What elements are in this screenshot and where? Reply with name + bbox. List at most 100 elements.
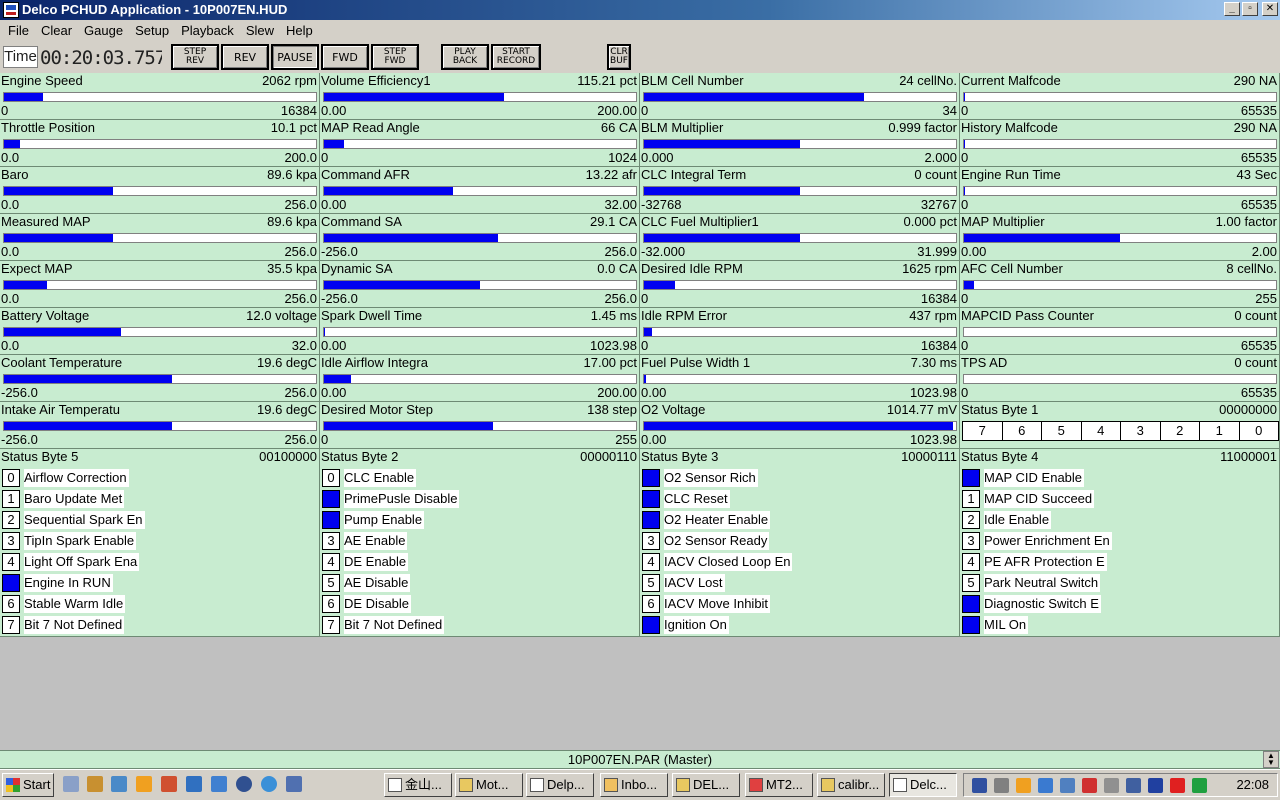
gauge-panel[interactable]: CLC Integral Term 0 count -32768 32767 [640,167,960,214]
gauge-panel[interactable]: Command SA 29.1 CA -256.0 256.0 [320,214,640,261]
gauge-panel[interactable]: Spark Dwell Time 1.45 ms 0.00 1023.98 [320,308,640,355]
status-bit-row[interactable]: 1 PrimePusle Disable [322,488,460,509]
quicklaunch-clock-icon[interactable] [136,776,152,792]
status-bit-row[interactable]: 6 Diagnostic Switch E [962,593,1101,614]
gauge-panel[interactable]: MAP Multiplier 1.00 factor 0.00 2.00 [960,214,1280,261]
fwd-button[interactable]: FWD [321,44,369,70]
gauge-panel[interactable]: O2 Voltage 1014.77 mV 0.00 1023.98 [640,402,960,449]
gauge-panel[interactable]: Desired Motor Step 138 step 0 255 [320,402,640,449]
gauge-panel[interactable]: Engine Run Time 43 Sec 0 65535 [960,167,1280,214]
gauge-panel[interactable]: Volume Efficiency1 115.21 pct 0.00 200.00 [320,73,640,120]
tray-clock-icon[interactable] [1016,778,1031,793]
menu-slew[interactable]: Slew [240,20,280,41]
status-bit-row[interactable]: 1 Baro Update Met [2,488,125,509]
quicklaunch-app-icon[interactable] [111,776,127,792]
start-record-button[interactable]: START RECORD [491,44,541,70]
status-bit-row[interactable]: 2 Pump Enable [322,509,425,530]
play-back-button[interactable]: PLAY BACK [441,44,489,70]
gauge-panel[interactable]: Throttle Position 10.1 pct 0.0 200.0 [0,120,320,167]
task-button[interactable]: Mot... [455,773,523,797]
tray-ime-icon[interactable] [972,778,987,793]
minimize-button[interactable]: _ [1224,2,1240,16]
gauge-panel[interactable]: Desired Idle RPM 1625 rpm 0 16384 [640,261,960,308]
tray-m-icon[interactable] [1170,778,1185,793]
tray-monitor-icon[interactable] [1126,778,1141,793]
tray-device-icon[interactable] [1104,778,1119,793]
gauge-panel[interactable]: Dynamic SA 0.0 CA -256.0 256.0 [320,261,640,308]
status-bit-row[interactable]: 4 DE Enable [322,551,409,572]
task-button[interactable]: MT2... [745,773,813,797]
status-bit-row[interactable]: 7 Ignition On [642,614,729,635]
gauge-panel[interactable]: BLM Multiplier 0.999 factor 0.000 2.000 [640,120,960,167]
gauge-panel[interactable]: Current Malfcode 290 NA 0 65535 [960,73,1280,120]
gauge-panel[interactable]: Engine Speed 2062 rpm 0 16384 [0,73,320,120]
tray-signal-icon[interactable] [1192,778,1207,793]
status-bit-row[interactable]: 2 O2 Heater Enable [642,509,771,530]
task-button[interactable]: DEL... [672,773,740,797]
quicklaunch-media-icon[interactable] [236,776,252,792]
task-button-active[interactable]: Delc... [889,773,957,797]
menu-file[interactable]: File [2,20,35,41]
quicklaunch-ie-icon[interactable] [261,776,277,792]
status-bit-row[interactable]: 6 DE Disable [322,593,412,614]
gauge-panel[interactable]: Baro 89.6 kpa 0.0 256.0 [0,167,320,214]
close-button[interactable]: ✕ [1262,2,1278,16]
gauge-panel[interactable]: TPS AD 0 count 0 65535 [960,355,1280,402]
gauge-panel[interactable]: History Malfcode 290 NA 0 65535 [960,120,1280,167]
gauge-panel[interactable]: Expect MAP 35.5 kpa 0.0 256.0 [0,261,320,308]
status-bit-row[interactable]: 3 AE Enable [322,530,408,551]
status-bit-row[interactable]: 4 IACV Closed Loop En [642,551,793,572]
start-button[interactable]: Start [2,773,54,797]
step-rev-button[interactable]: STEP REV [171,44,219,70]
tray-network-icon[interactable] [1038,778,1053,793]
quicklaunch-misc-icon[interactable] [286,776,302,792]
gauge-panel[interactable]: Fuel Pulse Width 1 7.30 ms 0.00 1023.98 [640,355,960,402]
task-button[interactable]: calibr... [817,773,885,797]
gauge-panel[interactable]: Measured MAP 89.6 kpa 0.0 256.0 [0,214,320,261]
gauge-panel[interactable]: MAP Read Angle 66 CA 0 1024 [320,120,640,167]
quicklaunch-desktop-icon[interactable] [63,776,79,792]
task-button[interactable]: 金山... [384,773,452,797]
window-titlebar[interactable]: Delco PCHUD Application - 10P007EN.HUD _… [0,0,1280,20]
menu-setup[interactable]: Setup [129,20,175,41]
tray-alert-icon[interactable] [1082,778,1097,793]
status-bit-row[interactable]: 7 Bit 7 Not Defined [322,614,445,635]
menu-gauge[interactable]: Gauge [78,20,129,41]
status-bit-row[interactable]: 1 CLC Reset [642,488,730,509]
gauge-panel[interactable]: BLM Cell Number 24 cellNo. 0 34 [640,73,960,120]
step-fwd-button[interactable]: STEP FWD [371,44,419,70]
gauge-panel[interactable]: AFC Cell Number 8 cellNo. 0 255 [960,261,1280,308]
quicklaunch-folder-icon[interactable] [87,776,103,792]
status-bit-row[interactable]: 6 IACV Move Inhibit [642,593,771,614]
quicklaunch-browser-icon[interactable] [186,776,202,792]
clear-buffer-button[interactable]: CLR BUF [607,44,631,70]
tray-volume-icon[interactable] [1060,778,1075,793]
gauge-panel[interactable]: Idle Airflow Integra 17.00 pct 0.00 200.00 [320,355,640,402]
gauge-panel[interactable]: MAPCID Pass Counter 0 count 0 65535 [960,308,1280,355]
status-bit-row[interactable]: 5 AE Disable [322,572,411,593]
gauge-panel[interactable]: Intake Air Temperatu 19.6 degC -256.0 256.0 [0,402,320,449]
gauge-panel[interactable]: Battery Voltage 12.0 voltage 0.0 32.0 [0,308,320,355]
gauge-panel[interactable]: Command AFR 13.22 afr 0.00 32.00 [320,167,640,214]
status-bit-row[interactable]: 3 Power Enrichment En [962,530,1112,551]
gauge-panel[interactable]: Coolant Temperature 19.6 degC -256.0 256.0 [0,355,320,402]
task-button[interactable]: Inbo... [600,773,668,797]
status-bit-row[interactable]: 3 O2 Sensor Ready [642,530,770,551]
pause-button[interactable]: PAUSE [271,44,319,70]
task-button[interactable]: Delp... [526,773,594,797]
status-bit-row[interactable]: 2 Idle Enable [962,509,1052,530]
status-bit-row[interactable]: 7 Bit 7 Not Defined [2,614,125,635]
menu-playback[interactable]: Playback [175,20,240,41]
status-bit-row[interactable]: 5 Engine In RUN [2,572,113,593]
quicklaunch-network-icon[interactable] [211,776,227,792]
gauge-panel[interactable]: CLC Fuel Multiplier1 0.000 pct -32.000 31.9… [640,214,960,261]
status-bit-row[interactable]: 3 TipIn Spark Enable [2,530,137,551]
status-bit-row[interactable]: 5 IACV Lost [642,572,725,593]
status-bit-row[interactable]: 0 O2 Sensor Rich [642,467,758,488]
maximize-button[interactable]: ▫ [1242,2,1258,16]
status-bit-row[interactable]: 4 PE AFR Protection E [962,551,1107,572]
status-bit-row[interactable]: 0 CLC Enable [322,467,417,488]
status-bit-row[interactable]: 0 Airflow Correction [2,467,129,488]
quicklaunch-tool-icon[interactable] [161,776,177,792]
status-bit-row[interactable]: 7 MIL On [962,614,1029,635]
